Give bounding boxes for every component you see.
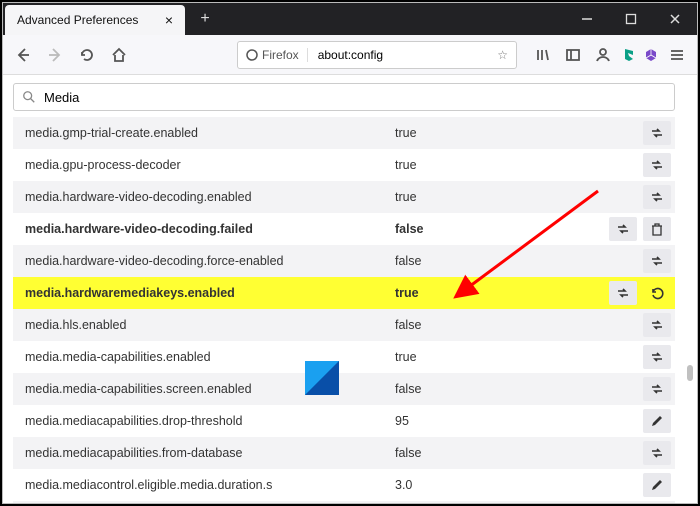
pref-name: media.mediacapabilities.from-database	[25, 446, 395, 460]
pref-value: false	[395, 318, 643, 332]
pref-value: false	[395, 254, 643, 268]
pref-value: 95	[395, 414, 643, 428]
toolbar: Firefox ☆	[3, 35, 697, 75]
pref-actions	[609, 281, 675, 305]
pref-row[interactable]: media.media-capabilities.screen.enabledf…	[13, 373, 675, 405]
toggle-icon[interactable]	[643, 153, 671, 177]
toggle-icon[interactable]	[643, 345, 671, 369]
forward-button[interactable]	[41, 41, 69, 69]
pref-row[interactable]: media.mediacapabilities.drop-threshold95	[13, 405, 675, 437]
pref-value: true	[395, 350, 643, 364]
toggle-icon[interactable]	[609, 281, 637, 305]
pref-row[interactable]: media.media-capabilities.enabledtrue	[13, 341, 675, 373]
url-bar[interactable]: Firefox ☆	[237, 41, 517, 69]
new-tab-button[interactable]: +	[191, 5, 219, 33]
pref-actions	[643, 313, 675, 337]
pref-name: media.gpu-process-decoder	[25, 158, 395, 172]
pref-value: 3.0	[395, 478, 643, 492]
pref-value: false	[395, 446, 643, 460]
pref-name: media.hardware-video-decoding.enabled	[25, 190, 395, 204]
pref-row[interactable]: media.hardware-video-decoding.enabledtru…	[13, 181, 675, 213]
pref-value: true	[395, 190, 643, 204]
identity-text: Firefox	[262, 48, 299, 62]
toggle-icon[interactable]	[643, 441, 671, 465]
pref-row[interactable]: media.hls.enabledfalse	[13, 309, 675, 341]
pref-actions	[643, 441, 675, 465]
pref-name: media.media-capabilities.screen.enabled	[25, 382, 395, 396]
pref-actions	[643, 409, 675, 433]
pref-actions	[609, 217, 675, 241]
scrollbar-thumb[interactable]	[687, 365, 693, 381]
pref-name: media.gmp-trial-create.enabled	[25, 126, 395, 140]
pref-name: media.hardware-video-decoding.failed	[25, 222, 395, 236]
pref-name: media.hardware-video-decoding.force-enab…	[25, 254, 395, 268]
toggle-icon[interactable]	[643, 249, 671, 273]
reload-button[interactable]	[73, 41, 101, 69]
url-input[interactable]	[316, 47, 490, 63]
toggle-icon[interactable]	[643, 121, 671, 145]
pref-row[interactable]: media.hardwaremediakeys.enabledtrue	[13, 277, 675, 309]
pref-row[interactable]: media.hardware-video-decoding.failedfals…	[13, 213, 675, 245]
pref-value: false	[395, 222, 609, 236]
edit-icon[interactable]	[643, 473, 671, 497]
pref-name: media.mediacapabilities.drop-threshold	[25, 414, 395, 428]
pref-row[interactable]: media.gmp-trial-create.enabledtrue	[13, 117, 675, 149]
pref-value: true	[395, 158, 643, 172]
delete-icon[interactable]	[643, 217, 671, 241]
maximize-button[interactable]	[609, 4, 653, 34]
pref-value: true	[395, 286, 609, 300]
pref-search-input[interactable]	[42, 89, 666, 106]
content-area: media.gmp-trial-create.enabledtruemedia.…	[3, 75, 697, 503]
pref-row[interactable]: media.gpu-process-decodertrue	[13, 149, 675, 181]
pref-search-box[interactable]	[13, 83, 675, 111]
close-tab-icon[interactable]: ×	[161, 12, 177, 28]
minimize-button[interactable]	[565, 4, 609, 34]
close-window-button[interactable]	[653, 4, 697, 34]
pref-name: media.mediacontrol.eligible.media.durati…	[25, 478, 395, 492]
toggle-icon[interactable]	[643, 377, 671, 401]
identity-label: Firefox	[246, 48, 308, 62]
pref-value: true	[395, 126, 643, 140]
toggle-icon[interactable]	[643, 185, 671, 209]
pref-row[interactable]: media.mediacapabilities.from-databasefal…	[13, 437, 675, 469]
sidebar-button[interactable]	[559, 41, 587, 69]
extension-icon[interactable]	[641, 45, 661, 65]
search-icon	[22, 90, 36, 104]
titlebar: Advanced Preferences × +	[3, 3, 697, 35]
pref-actions	[643, 249, 675, 273]
pref-table: media.gmp-trial-create.enabledtruemedia.…	[13, 117, 675, 503]
pref-name: media.media-capabilities.enabled	[25, 350, 395, 364]
bing-extension-icon[interactable]	[619, 45, 639, 65]
tab-title: Advanced Preferences	[17, 13, 151, 27]
browser-tab[interactable]: Advanced Preferences ×	[5, 5, 185, 35]
edit-icon[interactable]	[643, 409, 671, 433]
toggle-icon[interactable]	[609, 217, 637, 241]
pref-row[interactable]: media.mediacontrol.eligible.media.durati…	[13, 469, 675, 501]
reset-icon[interactable]	[643, 281, 671, 305]
pref-actions	[643, 345, 675, 369]
pref-name: media.hls.enabled	[25, 318, 395, 332]
bookmark-star-icon[interactable]: ☆	[497, 48, 508, 62]
pref-actions	[643, 121, 675, 145]
library-button[interactable]	[529, 41, 557, 69]
home-button[interactable]	[105, 41, 133, 69]
pref-actions	[643, 185, 675, 209]
menu-button[interactable]	[663, 41, 691, 69]
pref-row[interactable]: media.hardware-video-decoding.force-enab…	[13, 245, 675, 277]
pref-actions	[643, 153, 675, 177]
pref-name: media.hardwaremediakeys.enabled	[25, 286, 395, 300]
account-button[interactable]	[589, 41, 617, 69]
toggle-icon[interactable]	[643, 313, 671, 337]
pref-actions	[643, 473, 675, 497]
pref-actions	[643, 377, 675, 401]
pref-value: false	[395, 382, 643, 396]
pref-row[interactable]: media.mediacontrol.stopcontrol.timer.ms6…	[13, 501, 675, 503]
back-button[interactable]	[9, 41, 37, 69]
